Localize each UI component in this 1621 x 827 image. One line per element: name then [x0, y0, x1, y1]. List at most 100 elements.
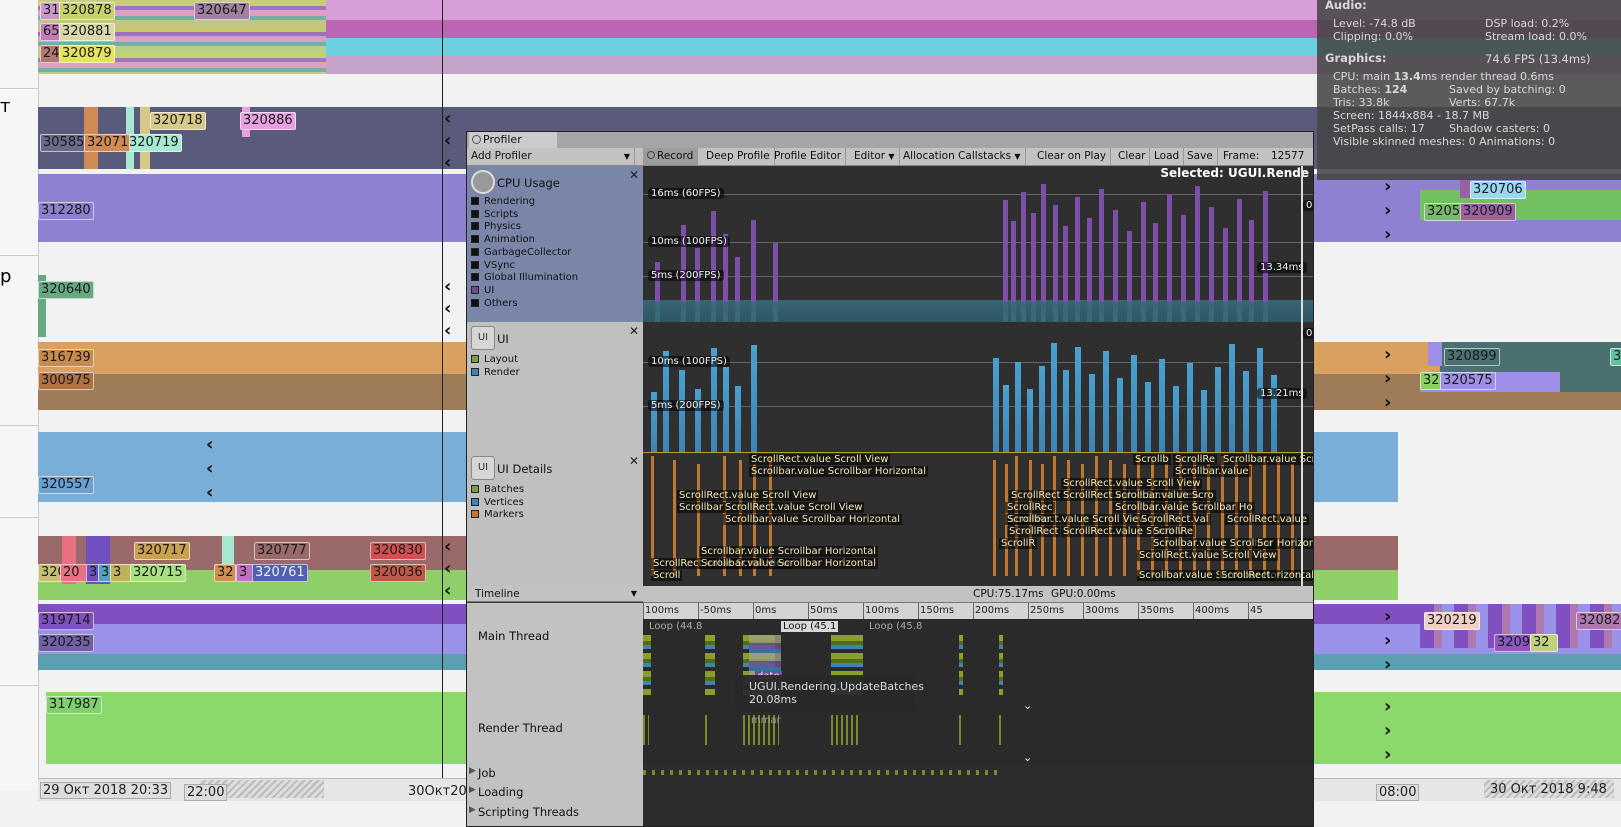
expand-chevron-right-icon[interactable]: ›	[1384, 178, 1391, 196]
scripting-threads-track[interactable]	[643, 802, 1313, 826]
legend-item[interactable]: Vertices	[471, 497, 524, 510]
expand-chevron-right-icon[interactable]: ›	[1384, 370, 1391, 388]
profile-editor-button[interactable]: Profile Editor	[770, 148, 847, 165]
expand-chevron-right-icon[interactable]: ›	[1384, 656, 1391, 674]
save-button[interactable]: Save	[1183, 148, 1218, 165]
legend-item[interactable]: Scripts	[471, 209, 578, 222]
ui-marker-label[interactable]: ScrollRect	[1009, 490, 1063, 501]
collapse-chevron-left-icon[interactable]: ‹	[444, 300, 451, 318]
job-group-track[interactable]	[643, 764, 1313, 784]
ui-marker-label[interactable]: Scrollbar.value Scrollbar Ho	[1113, 502, 1255, 513]
legend-item[interactable]: Layout	[471, 354, 520, 367]
expand-chevron-right-icon[interactable]: ›	[1384, 722, 1391, 740]
render-thread-label[interactable]: Render Thread	[467, 711, 643, 765]
collapse-chevron-left-icon[interactable]: ‹	[444, 278, 451, 296]
gantt-tag[interactable]: 320879	[59, 45, 115, 63]
ui-marker-label[interactable]: Scrollbar.value Scrollbar Horizontal	[1151, 538, 1313, 549]
chevron-down-icon[interactable]: ⌄	[1023, 751, 1032, 764]
frame-cursor[interactable]	[1301, 452, 1303, 586]
ui-marker-label[interactable]: Scroll	[651, 570, 683, 581]
ui-marker-label[interactable]: Scrollbar.	[1005, 514, 1056, 525]
gantt-tag[interactable]: 3	[110, 564, 132, 582]
legend-item[interactable]: Rendering	[471, 196, 578, 209]
ui-marker-label[interactable]: Scrollbar	[677, 502, 725, 513]
cpu-usage-graph[interactable]: Selected: UGUI.Rende 16ms (60FPS) 10ms (…	[643, 166, 1313, 323]
gantt-tag[interactable]: 320719	[126, 134, 182, 152]
gantt-tag[interactable]: 20	[60, 564, 88, 582]
collapse-chevron-left-icon[interactable]: ‹	[444, 538, 451, 556]
gantt-tag[interactable]: 32	[214, 564, 236, 582]
gantt-tag[interactable]: 305859	[40, 134, 90, 152]
expand-chevron-right-icon[interactable]: ›	[1384, 226, 1391, 244]
gantt-tag[interactable]: 320640	[38, 281, 94, 299]
gantt-tag[interactable]: 320830	[370, 542, 426, 560]
gantt-tag[interactable]: 320878	[59, 2, 115, 20]
gantt-tag[interactable]: 320036	[370, 564, 426, 582]
close-icon[interactable]: ✕	[629, 454, 639, 468]
profiler-tab[interactable]: Profiler	[469, 132, 557, 148]
collapse-chevron-left-icon[interactable]: ‹	[444, 132, 451, 150]
close-icon[interactable]: ✕	[629, 324, 639, 338]
legend-item[interactable]: Batches	[471, 484, 524, 497]
collapse-chevron-left-icon[interactable]: ‹	[206, 436, 213, 454]
gantt-tag[interactable]: 312280	[38, 202, 94, 220]
ui-marker-label[interactable]: ScrollRect.	[1219, 570, 1276, 581]
main-thread-label[interactable]: Main Thread	[467, 619, 643, 712]
collapse-chevron-left-icon[interactable]: ‹	[444, 582, 451, 600]
expand-chevron-right-icon[interactable]: ›	[1384, 202, 1391, 220]
ui-marker-label[interactable]: Scrollbar.value Scrollbar	[1221, 454, 1313, 465]
add-profiler-dropdown[interactable]: Add Profiler ▼	[467, 148, 635, 165]
expand-chevron-right-icon[interactable]: ›	[1384, 698, 1391, 716]
timeline-ruler[interactable]: 100ms -50ms 0ms 50ms 100ms 150ms 200ms 250ms 300…	[643, 603, 1313, 620]
ui-marker-label[interactable]: ScrollRect	[1007, 526, 1061, 537]
gantt-tag[interactable]: 300975	[38, 372, 94, 390]
collapse-chevron-left-icon[interactable]: ‹	[444, 322, 451, 340]
gantt-tag[interactable]: 320717	[134, 542, 190, 560]
ui-marker-label[interactable]: ScrollR	[999, 538, 1038, 549]
ui-lane[interactable]: UI UI ✕ Layout Render	[467, 322, 643, 453]
gantt-tag[interactable]: 320881	[59, 23, 115, 41]
gantt-tag[interactable]: 320718	[150, 112, 206, 130]
expand-chevron-right-icon[interactable]: ›	[1384, 632, 1391, 650]
loop-label[interactable]: Loop (45.8	[869, 621, 922, 632]
ui-details-lane[interactable]: UI UI Details ✕ Batches Vertices Markers	[467, 452, 643, 587]
legend-item[interactable]: UI	[471, 285, 578, 298]
legend-item[interactable]: Global Illumination	[471, 272, 578, 285]
gantt-tag[interactable]: 320530	[38, 564, 62, 582]
ui-marker-label[interactable]: ScrollRe	[1151, 526, 1196, 537]
ui-marker-label[interactable]: Scrollbar.value Scrollbar Horizontal	[699, 546, 878, 557]
gantt-tag[interactable]: 320761	[252, 564, 308, 582]
ui-marker-label[interactable]: ScrollRect.value Scroll View	[677, 490, 819, 501]
ui-marker-label[interactable]: Scrollbar.value Scrollbar Horizontal	[699, 558, 878, 569]
gantt-tag[interactable]: 32071	[84, 134, 130, 152]
ui-marker-label[interactable]: ScrollRect.value Scroll View	[749, 454, 891, 465]
loading-group-label[interactable]: ▶ Loading	[467, 783, 643, 803]
timeline-mode-dropdown[interactable]: Timeline ▼	[467, 586, 643, 602]
scripting-threads-label[interactable]: ▶ Scripting Threads	[467, 802, 643, 826]
collapse-chevron-left-icon[interactable]: ‹	[444, 110, 451, 128]
expand-chevron-right-icon[interactable]: ›	[1384, 608, 1391, 626]
ui-marker-label[interactable]: ScrollRect.value	[1225, 514, 1309, 525]
expand-chevron-right-icon[interactable]: ›	[1384, 346, 1391, 364]
ui-marker-label[interactable]: ScrollRe	[1173, 454, 1218, 465]
collapse-chevron-left-icon[interactable]: ‹	[206, 460, 213, 478]
frame-cursor[interactable]	[1301, 322, 1303, 452]
legend-item[interactable]: Animation	[471, 234, 578, 247]
loop-label[interactable]: Loop (45.1	[781, 621, 839, 632]
load-button[interactable]: Load	[1150, 148, 1185, 165]
gantt-tag[interactable]: 3	[1610, 348, 1621, 366]
ui-marker-label[interactable]: Scrollbar.value Scrollbar Horizontal	[723, 514, 902, 525]
loading-group-track[interactable]	[643, 783, 1313, 803]
close-icon[interactable]: ✕	[629, 168, 639, 182]
ui-marker-label[interactable]: ScrollRect.value Scroll View	[723, 502, 865, 513]
gantt-tag[interactable]: 320715	[130, 564, 186, 582]
gantt-tag[interactable]: 32082	[1576, 612, 1621, 630]
gantt-tag[interactable]: 320219	[1424, 612, 1480, 630]
render-thread-track[interactable]: mmar ⌄	[643, 711, 1313, 765]
legend-item[interactable]: VSync	[471, 260, 578, 273]
ui-marker-label[interactable]: ScrollRec	[1005, 502, 1055, 513]
loop-label[interactable]: Loop (44.8	[649, 621, 702, 632]
collapse-chevron-left-icon[interactable]: ‹	[444, 560, 451, 578]
gantt-tag[interactable]: 317987	[46, 696, 102, 714]
cpu-usage-lane[interactable]: CPU Usage ✕ Rendering Scripts Physics An…	[467, 166, 643, 323]
